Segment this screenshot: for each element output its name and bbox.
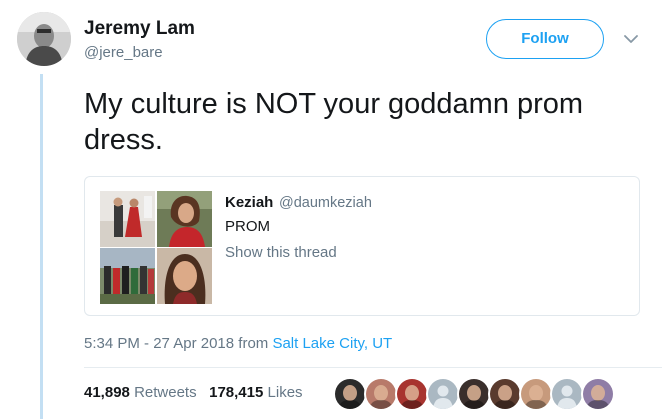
quoted-tweet[interactable]: Keziah @daumkeziah PROM Show this thread bbox=[84, 176, 640, 316]
chevron-down-icon[interactable] bbox=[622, 30, 640, 48]
quoted-tweet-text: PROM bbox=[225, 218, 270, 235]
author-handle[interactable]: @jere_bare bbox=[84, 44, 163, 61]
location-link[interactable]: Salt Lake City, UT bbox=[272, 335, 392, 352]
selfie-portrait-image[interactable] bbox=[157, 248, 212, 304]
likes-label: Likes bbox=[267, 384, 303, 401]
from-label: from bbox=[238, 335, 269, 352]
tweet-metadata: 5:34 PM - 27 Apr 2018 from Salt Lake Cit… bbox=[84, 335, 392, 352]
liker-avatar-1[interactable] bbox=[333, 377, 367, 411]
liker-avatar-6[interactable] bbox=[488, 377, 522, 411]
red-dress-portrait-image[interactable] bbox=[157, 191, 212, 247]
likes-stat[interactable]: 178,415 Likes bbox=[209, 384, 302, 401]
tweet-timestamp[interactable]: 5:34 PM - 27 Apr 2018 bbox=[84, 335, 234, 352]
group-photo-outdoors-image[interactable] bbox=[100, 248, 155, 304]
liker-avatar-9[interactable] bbox=[581, 377, 615, 411]
follow-button[interactable]: Follow bbox=[486, 19, 604, 59]
retweets-label: Retweets bbox=[134, 384, 197, 401]
avatar-photo-icon bbox=[17, 12, 71, 66]
liker-avatar-5[interactable] bbox=[457, 377, 491, 411]
author-avatar[interactable] bbox=[17, 12, 71, 66]
retweets-count: 41,898 bbox=[84, 384, 130, 401]
default-egg-avatar[interactable] bbox=[426, 377, 460, 411]
divider bbox=[84, 367, 662, 368]
tweet-text: My culture is NOT your goddamn prom dres… bbox=[84, 88, 584, 156]
liker-avatars bbox=[333, 377, 633, 411]
quoted-media-grid[interactable] bbox=[100, 191, 212, 304]
liker-avatar-7[interactable] bbox=[519, 377, 553, 411]
tweet-stats: 41,898 Retweets 178,415 Likes bbox=[84, 384, 303, 401]
quoted-author-name[interactable]: Keziah bbox=[225, 194, 273, 211]
likes-count: 178,415 bbox=[209, 384, 264, 401]
quoted-author-handle[interactable]: @daumkeziah bbox=[279, 195, 372, 211]
group-prom-photo-image[interactable] bbox=[100, 191, 155, 247]
default-egg-avatar[interactable] bbox=[550, 377, 584, 411]
retweets-stat[interactable]: 41,898 Retweets bbox=[84, 384, 197, 401]
show-thread-link[interactable]: Show this thread bbox=[225, 244, 337, 261]
liker-avatar-3[interactable] bbox=[395, 377, 429, 411]
author-name[interactable]: Jeremy Lam bbox=[84, 18, 195, 40]
thread-line bbox=[40, 74, 43, 419]
liker-avatar-2[interactable] bbox=[364, 377, 398, 411]
